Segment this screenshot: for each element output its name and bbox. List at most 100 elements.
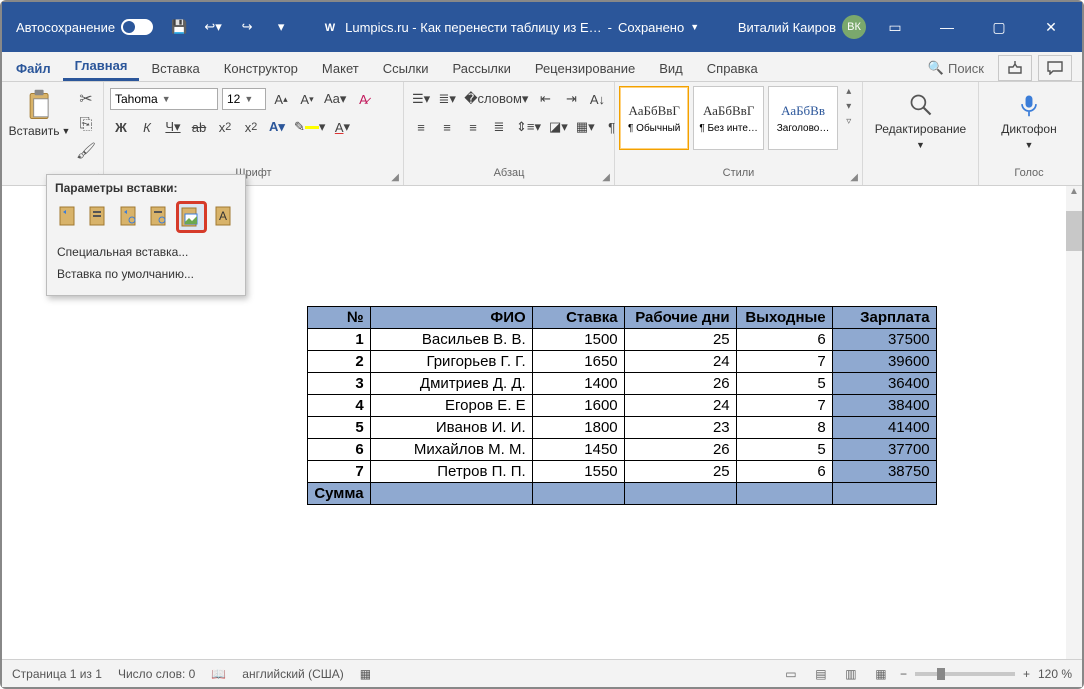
text-effects-icon[interactable]: A▾ [266, 116, 288, 138]
view-focus-icon[interactable]: ▭ [780, 665, 802, 683]
subscript-button[interactable]: x2 [214, 116, 236, 138]
change-case-icon[interactable]: Aa▾ [322, 88, 348, 110]
bullets-icon[interactable]: ☰▾ [410, 88, 432, 110]
highlight-icon[interactable]: ✎▾ [292, 116, 327, 138]
decrease-indent-icon[interactable]: ⇤ [534, 88, 556, 110]
autosave-toggle[interactable] [121, 19, 153, 35]
view-read-icon[interactable]: ▤ [810, 665, 832, 683]
undo-split-icon[interactable]: ↩▾ [199, 13, 227, 41]
numbering-icon[interactable]: ≣▾ [436, 88, 458, 110]
sort-icon[interactable]: A↓ [586, 88, 608, 110]
status-macro-icon[interactable]: ▦ [360, 667, 371, 681]
shrink-font-icon[interactable]: A▾ [296, 88, 318, 110]
th-rdni: Рабочие дни [624, 307, 736, 329]
status-words[interactable]: Число слов: 0 [118, 667, 195, 681]
paste-as-picture-icon[interactable] [176, 201, 206, 233]
ribbon-options-icon[interactable]: ▭ [872, 4, 918, 50]
format-painter-icon[interactable]: 🖌 [75, 140, 97, 162]
zoom-level[interactable]: 120 % [1038, 667, 1072, 681]
minimize-button[interactable]: — [924, 4, 970, 50]
styles-launcher-icon[interactable]: ◢ [850, 172, 858, 183]
tab-help[interactable]: Справка [695, 55, 770, 81]
styles-gallery-more[interactable]: ▴▾▿ [842, 86, 858, 127]
svg-text:A: A [219, 209, 227, 223]
search-placeholder: Поиск [948, 61, 984, 76]
zoom-slider[interactable] [915, 672, 1015, 676]
paste-default-menu[interactable]: Вставка по умолчанию... [55, 263, 237, 285]
share-button[interactable] [998, 55, 1032, 81]
tab-mailings[interactable]: Рассылки [440, 55, 522, 81]
align-left-icon[interactable]: ≡ [410, 116, 432, 138]
tab-references[interactable]: Ссылки [371, 55, 441, 81]
tab-design[interactable]: Конструктор [212, 55, 310, 81]
table-row: 2Григорьев Г. Г.165024739600 [308, 351, 936, 373]
table-row: 4Егоров Е. Е160024738400 [308, 395, 936, 417]
tab-layout[interactable]: Макет [310, 55, 371, 81]
paste-button[interactable]: Вставить▼ [8, 86, 71, 138]
zoom-in-icon[interactable]: + [1023, 667, 1030, 681]
sum-label: Сумма [308, 483, 370, 505]
font-size-combo[interactable]: 12▼ [222, 88, 266, 110]
borders-icon[interactable]: ▦▾ [574, 116, 597, 138]
paste-keep-source-icon[interactable] [55, 201, 81, 229]
status-page[interactable]: Страница 1 из 1 [12, 667, 102, 681]
paste-special-menu[interactable]: Специальная вставка... [55, 241, 237, 263]
paste-link-dest-icon[interactable] [146, 201, 172, 229]
styles-group-label: Стили [723, 167, 755, 179]
view-web-icon[interactable]: ▦ [870, 665, 892, 683]
clear-format-icon[interactable]: A̷ [352, 88, 374, 110]
font-name-combo[interactable]: Tahoma▼ [110, 88, 218, 110]
redo-icon[interactable]: ↪ [233, 13, 261, 41]
maximize-button[interactable]: ▢ [976, 4, 1022, 50]
paste-link-source-icon[interactable] [116, 201, 142, 229]
line-spacing-icon[interactable]: ⇕≡▾ [514, 116, 543, 138]
font-name-value: Tahoma [115, 92, 158, 106]
th-stavka: Ставка [532, 307, 624, 329]
table-row: 6Михайлов М. М.145026537700 [308, 439, 936, 461]
status-proofing-icon[interactable]: 📖 [211, 667, 226, 681]
style-heading1[interactable]: АаБбВв Заголово… [768, 86, 838, 150]
justify-icon[interactable]: ≣ [488, 116, 510, 138]
shading-icon[interactable]: ◪▾ [547, 116, 570, 138]
tab-view[interactable]: Вид [647, 55, 695, 81]
italic-button[interactable]: К [136, 116, 158, 138]
bold-button[interactable]: Ж [110, 116, 132, 138]
style-normal[interactable]: АаБбВвГ ¶ Обычный [619, 86, 689, 150]
paste-text-only-icon[interactable]: A [211, 201, 237, 229]
tab-insert[interactable]: Вставка [139, 55, 211, 81]
align-right-icon[interactable]: ≡ [462, 116, 484, 138]
close-button[interactable]: ✕ [1028, 4, 1074, 50]
zoom-out-icon[interactable]: − [900, 667, 907, 681]
underline-button[interactable]: Ч▾ [162, 116, 184, 138]
th-zp: Зарплата [832, 307, 936, 329]
font-launcher-icon[interactable]: ◢ [391, 172, 399, 183]
copy-icon[interactable]: ⎘ [75, 114, 97, 136]
style-no-spacing[interactable]: АаБбВвГ ¶ Без инте… [693, 86, 763, 150]
cut-icon[interactable]: ✂ [75, 88, 97, 110]
tab-file[interactable]: Файл [4, 55, 63, 81]
strike-button[interactable]: ab [188, 116, 210, 138]
voice-group-label: Голос [1014, 167, 1043, 179]
tab-home[interactable]: Главная [63, 52, 140, 81]
font-color-icon[interactable]: A▾ [331, 116, 353, 138]
avatar[interactable]: ВК [842, 15, 866, 39]
increase-indent-icon[interactable]: ⇥ [560, 88, 582, 110]
align-center-icon[interactable]: ≡ [436, 116, 458, 138]
paragraph-launcher-icon[interactable]: ◢ [602, 172, 610, 183]
paste-use-dest-icon[interactable] [85, 201, 111, 229]
qat-more-icon[interactable]: ▾ [267, 13, 295, 41]
save-icon[interactable]: 💾 [165, 13, 193, 41]
status-language[interactable]: английский (США) [242, 667, 343, 681]
superscript-button[interactable]: x2 [240, 116, 262, 138]
save-status-dropdown-icon[interactable]: ▼ [690, 22, 699, 32]
editing-button[interactable]: Редактирование ▼ [869, 86, 972, 150]
search-box[interactable]: 🔍 Поиск [920, 60, 992, 76]
tab-review[interactable]: Рецензирование [523, 55, 647, 81]
comments-button[interactable] [1038, 55, 1072, 81]
grow-font-icon[interactable]: A▴ [270, 88, 292, 110]
view-print-icon[interactable]: ▥ [840, 665, 862, 683]
word-app-icon: W [321, 18, 339, 36]
multilevel-icon[interactable]: �словом▾ [462, 88, 530, 110]
vertical-scrollbar[interactable]: ▲ [1066, 186, 1082, 659]
dictate-button[interactable]: Диктофон ▼ [985, 86, 1073, 150]
